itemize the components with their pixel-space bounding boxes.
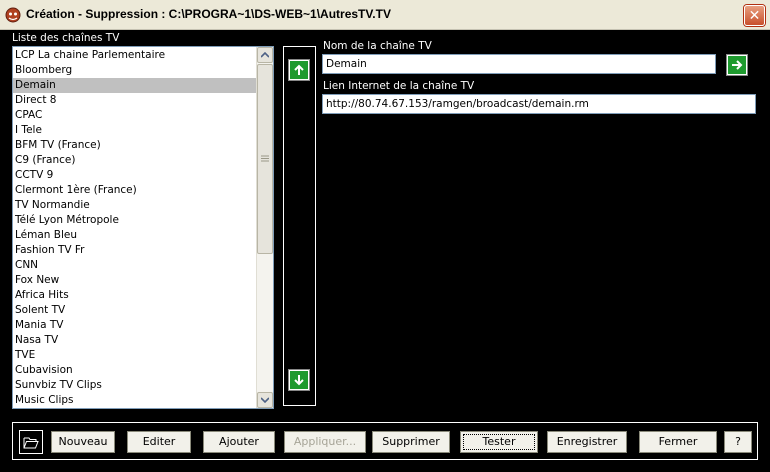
channel-name-label: Nom de la chaîne TV	[323, 40, 432, 52]
scroll-down-icon	[261, 397, 269, 403]
scroll-up-icon	[261, 52, 269, 58]
list-item[interactable]: Music Clips	[13, 393, 256, 408]
list-item[interactable]: Direct 8	[13, 93, 256, 108]
scroll-down-button[interactable]	[257, 392, 273, 408]
app-icon	[5, 7, 21, 23]
arrow-up-icon	[294, 64, 304, 75]
supprimer-button[interactable]: Supprimer	[372, 431, 450, 453]
folder-open-icon	[23, 437, 39, 448]
window-title: Création - Suppression : C:\PROGRA~1\DS-…	[26, 7, 391, 21]
arrow-down-icon	[294, 375, 304, 386]
tester-button[interactable]: Tester	[460, 431, 538, 453]
list-item[interactable]: CNN	[13, 258, 256, 273]
channel-list-items: LCP La chaine Parlementaire Bloomberg Dema…	[13, 48, 256, 408]
list-item[interactable]: C9 (France)	[13, 153, 256, 168]
list-item[interactable]: CPAC	[13, 108, 256, 123]
move-up-button[interactable]	[288, 59, 310, 81]
ajouter-button[interactable]: Ajouter	[203, 431, 275, 453]
scroll-up-button[interactable]	[257, 47, 273, 63]
apply-name-button[interactable]	[726, 54, 748, 76]
channel-url-field[interactable]: http://80.74.67.153/ramgen/broadcast/dem…	[322, 94, 756, 114]
list-item[interactable]: Cubavision	[13, 363, 256, 378]
list-item[interactable]: Sunvbiz TV Clips	[13, 378, 256, 393]
list-item[interactable]: Nasa TV	[13, 333, 256, 348]
list-item[interactable]: BFM TV (France)	[13, 138, 256, 153]
channel-list-label: Liste des chaînes TV	[12, 32, 120, 44]
list-item[interactable]: Fox New	[13, 273, 256, 288]
grip-icon	[261, 155, 269, 162]
nouveau-button[interactable]: Nouveau	[51, 431, 115, 453]
button-bar: Nouveau Editer Ajouter Appliquer... Supp…	[12, 422, 758, 460]
list-item[interactable]: TVE	[13, 348, 256, 363]
list-item[interactable]: Demain	[13, 78, 256, 93]
appliquer-button[interactable]: Appliquer...	[284, 431, 366, 453]
list-item[interactable]: Bloomberg	[13, 63, 256, 78]
list-item[interactable]: Mania TV	[13, 318, 256, 333]
list-item[interactable]: Clermont 1ère (France)	[13, 183, 256, 198]
open-file-button[interactable]	[19, 430, 43, 454]
channel-url-label: Lien Internet de la chaîne TV	[323, 80, 475, 92]
move-down-button[interactable]	[288, 369, 310, 391]
list-scrollbar[interactable]	[256, 47, 273, 408]
scroll-thumb[interactable]	[257, 64, 273, 254]
list-item[interactable]: Télé Lyon Métropole	[13, 213, 256, 228]
close-icon: ✕	[748, 7, 761, 24]
editer-button[interactable]: Editer	[127, 431, 191, 453]
reorder-panel	[283, 46, 316, 406]
close-button[interactable]: ✕	[744, 5, 765, 26]
channel-name-field[interactable]: Demain	[322, 54, 716, 74]
list-item[interactable]: I Tele	[13, 123, 256, 138]
arrow-right-icon	[732, 60, 743, 70]
list-item[interactable]: Léman Bleu	[13, 228, 256, 243]
enregistrer-button[interactable]: Enregistrer	[547, 431, 627, 453]
help-button[interactable]: ?	[724, 431, 752, 453]
channel-list[interactable]: LCP La chaine Parlementaire Bloomberg Dema…	[12, 46, 274, 409]
list-item[interactable]: Solent TV	[13, 303, 256, 318]
title-bar[interactable]: Création - Suppression : C:\PROGRA~1\DS-…	[0, 0, 770, 30]
list-item[interactable]: LCP La chaine Parlementaire	[13, 48, 256, 63]
list-item[interactable]: Africa Hits	[13, 288, 256, 303]
list-item[interactable]: Fashion TV Fr	[13, 243, 256, 258]
list-item[interactable]: CCTV 9	[13, 168, 256, 183]
fermer-button[interactable]: Fermer	[639, 431, 717, 453]
list-item[interactable]: TV Normandie	[13, 198, 256, 213]
